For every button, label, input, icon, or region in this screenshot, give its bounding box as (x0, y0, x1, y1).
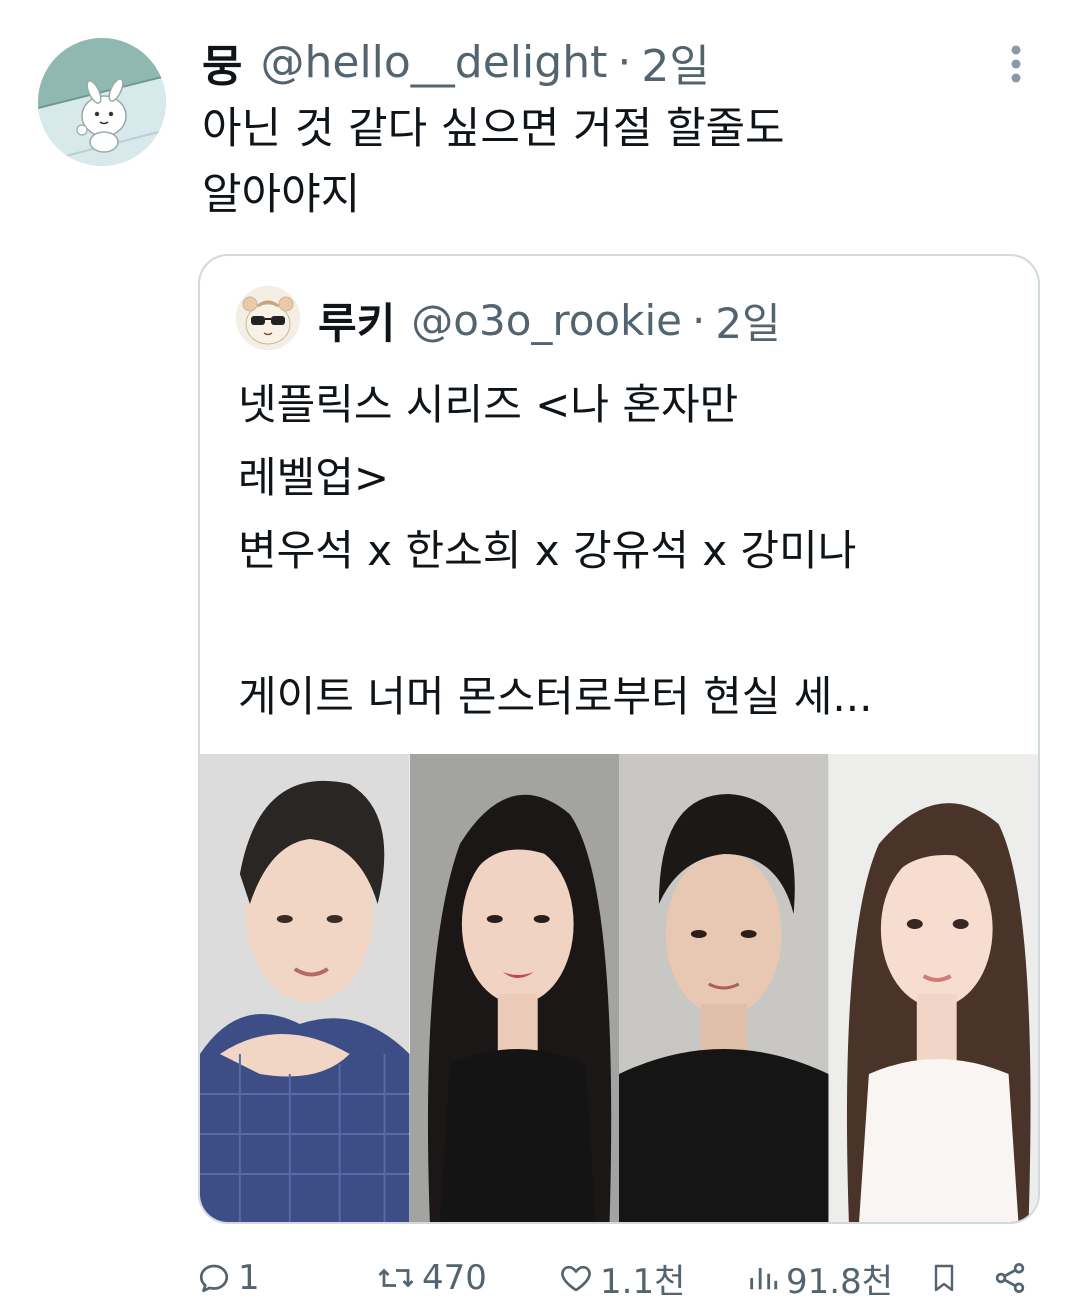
analytics-bar-icon (750, 1268, 778, 1290)
views-button[interactable]: 91.8천 (746, 1248, 893, 1308)
reply-button[interactable]: 1 (196, 1248, 260, 1308)
like-button[interactable]: 1.1천 (558, 1248, 685, 1308)
quoted-header-separator: · (691, 295, 706, 345)
quoted-author-display-name[interactable]: 루키 (318, 290, 395, 351)
quoted-tweet-media[interactable] (200, 754, 1038, 1222)
header-separator: · (617, 36, 632, 88)
bookmark-icon (934, 1264, 954, 1292)
quoted-tweet-timestamp[interactable]: 2일 (715, 290, 780, 351)
quoted-tweet[interactable]: 루키 @o3o_rookie · 2일 넷플릭스 시리즈 <나 혼자만 레벨업>… (198, 254, 1040, 1224)
quoted-tweet-header: 루키 @o3o_rookie · 2일 (318, 288, 781, 352)
heart-icon (561, 1265, 591, 1292)
tweet-header: 뭉 @hello__delight · 2일 (202, 30, 710, 94)
actor-photo-2[interactable] (409, 754, 619, 1222)
quoted-author-avatar[interactable] (236, 286, 300, 350)
tweet-timestamp[interactable]: 2일 (641, 30, 709, 94)
reply-count: 1 (238, 1258, 260, 1298)
share-button[interactable] (992, 1248, 1028, 1308)
actor-photo-3[interactable] (619, 754, 829, 1222)
retweet-count: 470 (422, 1258, 487, 1298)
author-display-name[interactable]: 뭉 (202, 30, 242, 94)
tweet-text: 아닌 것 같다 싶으면 거절 할줄도 알아야지 (202, 104, 785, 220)
portrait-image-4 (828, 754, 1038, 1222)
tweet-card[interactable]: 뭉 @hello__delight · 2일 아닌 것 같다 싶으면 거절 할줄… (0, 0, 1080, 1315)
white-rabbit-avatar-icon (38, 38, 166, 166)
portrait-image-3 (619, 754, 829, 1222)
retweet-icon (378, 1268, 414, 1288)
author-avatar[interactable] (38, 38, 166, 166)
quoted-tweet-text: 넷플릭스 시리즈 <나 혼자만 레벨업> 변우석 x 한소희 x 강유석 x 강… (238, 380, 873, 721)
actor-photo-4[interactable] (828, 754, 1038, 1222)
bookmark-button[interactable] (928, 1248, 960, 1308)
more-options-button[interactable] (996, 40, 1036, 88)
retweet-button[interactable]: 470 (376, 1248, 487, 1308)
hamster-sunglasses-avatar-icon (236, 286, 300, 350)
share-icon (995, 1263, 1025, 1293)
portrait-image-1 (200, 754, 410, 1222)
view-count: 91.8천 (786, 1261, 893, 1302)
actor-photo-1[interactable] (200, 754, 410, 1222)
reply-icon (199, 1264, 229, 1293)
like-count: 1.1천 (600, 1261, 686, 1302)
author-handle[interactable]: @hello__delight (260, 37, 607, 88)
vertical-ellipsis-icon (1011, 45, 1021, 83)
portrait-image-2 (409, 754, 619, 1222)
quoted-author-handle[interactable]: @o3o_rookie (411, 296, 682, 345)
tweet-action-bar: 1 470 1.1천 91.8천 (0, 1248, 1080, 1308)
